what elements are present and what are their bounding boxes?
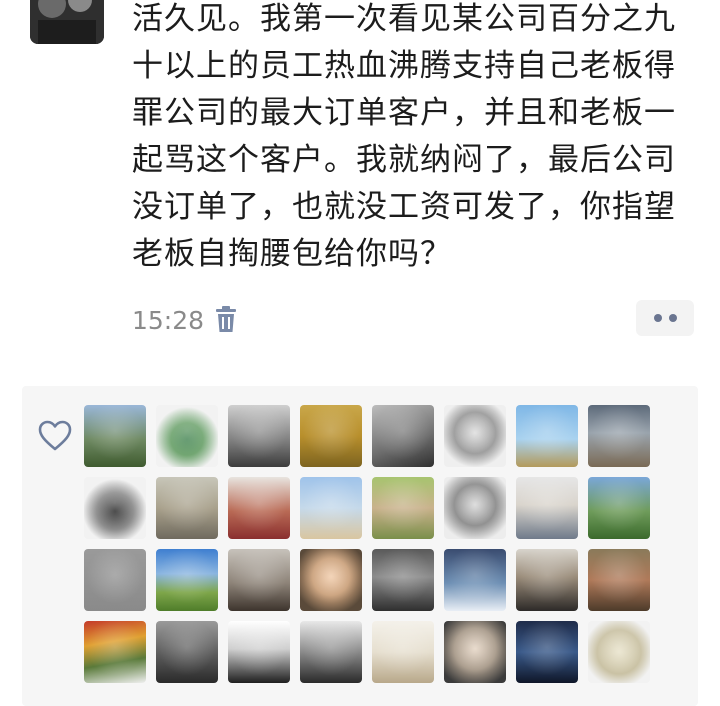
liker-avatar[interactable]: [444, 405, 506, 467]
liker-avatar[interactable]: [84, 477, 146, 539]
liker-avatar[interactable]: [300, 405, 362, 467]
liker-avatar[interactable]: [84, 621, 146, 683]
liker-avatar[interactable]: [228, 549, 290, 611]
liker-avatar[interactable]: [156, 621, 218, 683]
liker-avatar[interactable]: [372, 477, 434, 539]
liker-avatar[interactable]: [516, 405, 578, 467]
liker-avatar[interactable]: [588, 405, 650, 467]
liker-avatar[interactable]: [228, 621, 290, 683]
post-text-line: 十以上的员工热血沸腾支持自己老板得: [132, 48, 676, 84]
liker-avatar[interactable]: [372, 621, 434, 683]
liker-avatar[interactable]: [516, 477, 578, 539]
liker-avatar[interactable]: [516, 549, 578, 611]
liker-avatar[interactable]: [228, 405, 290, 467]
liker-avatar[interactable]: [300, 549, 362, 611]
liker-avatar[interactable]: [228, 477, 290, 539]
liker-avatar[interactable]: [84, 405, 146, 467]
liker-avatar-grid: [84, 405, 650, 683]
post-text-line: 没订单了，也就没工资可发了，你指望: [132, 189, 676, 225]
heart-outline-icon: [38, 420, 72, 452]
liker-avatar[interactable]: [444, 549, 506, 611]
author-avatar[interactable]: [30, 0, 104, 44]
post-meta: 15:28: [132, 300, 238, 340]
trash-icon[interactable]: [214, 306, 238, 334]
liker-avatar[interactable]: [156, 477, 218, 539]
liker-avatar[interactable]: [300, 621, 362, 683]
liker-avatar[interactable]: [156, 405, 218, 467]
post-text-line: 罪公司的最大订单客户，并且和老板一: [132, 95, 676, 131]
liker-avatar[interactable]: [372, 405, 434, 467]
post-text-line: 起骂这个客户。我就纳闷了，最后公司: [132, 142, 676, 178]
more-dots-icon: [653, 314, 662, 322]
liker-avatar[interactable]: [588, 477, 650, 539]
liker-avatar[interactable]: [300, 477, 362, 539]
post-text: 活久见。我第一次看见某公司百分之九 十以上的员工热血沸腾支持自己老板得 罪公司的…: [132, 0, 692, 278]
liker-avatar[interactable]: [588, 621, 650, 683]
liker-avatar[interactable]: [156, 549, 218, 611]
liker-avatar[interactable]: [372, 549, 434, 611]
more-button[interactable]: [636, 300, 694, 336]
liker-avatar[interactable]: [84, 549, 146, 611]
more-dots-icon: [668, 314, 677, 322]
liker-avatar[interactable]: [516, 621, 578, 683]
post-text-line: 老板自掏腰包给你吗？: [132, 236, 452, 272]
post-text-line: 活久见。我第一次看见某公司百分之九: [132, 1, 676, 37]
post-timestamp: 15:28: [132, 305, 205, 335]
liker-avatar[interactable]: [444, 621, 506, 683]
liker-avatar[interactable]: [444, 477, 506, 539]
liker-avatar[interactable]: [588, 549, 650, 611]
